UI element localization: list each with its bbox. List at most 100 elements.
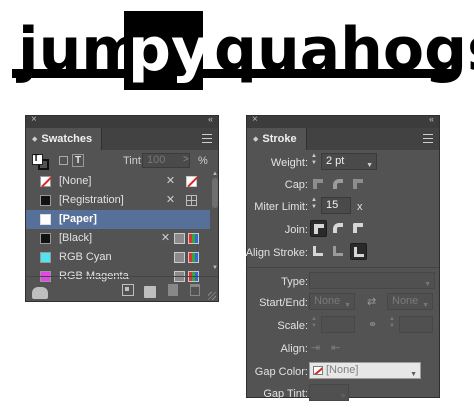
panel-menu-icon[interactable]: [202, 134, 212, 143]
gap-color-select[interactable]: [None] ▼: [309, 362, 421, 379]
jumpy-quahogs-logo: jum py quahogs: [0, 0, 474, 105]
expand-arrow-icon[interactable]: ◆: [253, 135, 258, 143]
swatch-paper[interactable]: [Paper]: [26, 210, 210, 229]
gap-tint-input[interactable]: >: [309, 384, 349, 401]
start-select[interactable]: None ▼: [309, 293, 355, 310]
tint-arrow-icon[interactable]: >: [341, 389, 345, 404]
new-swatch-icon[interactable]: [168, 284, 178, 296]
separator: [247, 267, 439, 268]
none-swatch-icon: [313, 366, 323, 375]
chevron-down-icon[interactable]: ▼: [344, 298, 351, 313]
bevel-join-button[interactable]: [350, 220, 367, 237]
align-label: Align:: [280, 343, 308, 355]
swatches-tab-row: ◆ Swatches: [26, 128, 218, 150]
swatch-views-icon[interactable]: [122, 284, 134, 296]
swatches-toolbar: T T Tint: 100 > %: [26, 150, 218, 172]
weight-input[interactable]: 2 pt ▼: [321, 153, 377, 170]
paper-swatch-chip: [40, 214, 51, 225]
start-end-label: Start/End:: [259, 297, 308, 309]
no-edit-icon: ✕: [160, 232, 171, 244]
registration-swatch-chip: [40, 195, 51, 206]
chevron-down-icon[interactable]: ▼: [424, 277, 431, 292]
delete-swatch-icon[interactable]: [190, 284, 200, 296]
swatch-registration[interactable]: [Registration] ✕: [26, 191, 210, 210]
tint-label: Tint:: [123, 155, 144, 167]
align-stroke-row: Align Stroke:: [246, 243, 439, 263]
swatch-rgb-cyan[interactable]: RGB Cyan: [26, 248, 210, 267]
close-icon[interactable]: ×: [252, 114, 258, 125]
end-scale-input[interactable]: [399, 316, 433, 333]
chevron-down-icon[interactable]: ▼: [410, 367, 417, 382]
scale-stepper-icon[interactable]: ▲ ▼: [387, 316, 397, 333]
logo-text-left: jum: [16, 15, 144, 85]
swatches-panel-topbar: × «: [26, 114, 218, 128]
no-edit-icon: ✕: [165, 194, 176, 206]
panel-menu-icon[interactable]: [423, 134, 433, 143]
none-swatch-chip: [40, 176, 51, 187]
swatch-name: [None]: [59, 175, 92, 187]
none-type-icon: [186, 176, 197, 187]
tab-stroke[interactable]: ◆ Stroke: [247, 128, 307, 150]
swatch-none[interactable]: [None] ✕: [26, 172, 210, 191]
scale-stepper-icon[interactable]: ▲ ▼: [309, 316, 319, 333]
resize-grip-icon[interactable]: [208, 292, 216, 300]
type-select[interactable]: ▼: [309, 272, 435, 289]
tint-arrow-icon[interactable]: >: [183, 154, 189, 165]
color-mode-icon: [188, 252, 199, 263]
miter-join-button[interactable]: [310, 220, 327, 237]
round-join-button[interactable]: [330, 220, 347, 237]
scroll-thumb[interactable]: [212, 178, 218, 208]
miter-limit-input[interactable]: 15: [321, 197, 351, 214]
square-cap-button[interactable]: [350, 176, 367, 193]
scroll-up-icon[interactable]: ▲: [211, 171, 219, 177]
collapse-icon[interactable]: «: [429, 114, 434, 124]
align-inside-button[interactable]: [330, 243, 347, 260]
weight-stepper-icon[interactable]: ▲ ▼: [309, 153, 319, 170]
fill-stroke-icon[interactable]: T: [32, 153, 50, 170]
swatch-name: [Black]: [59, 232, 93, 244]
cap-label: Cap:: [284, 179, 308, 191]
tab-stroke-label: Stroke: [262, 133, 297, 145]
end-select[interactable]: None ▼: [387, 293, 433, 310]
swap-arrows-icon[interactable]: ⇄: [367, 295, 376, 308]
swatch-scrollbar[interactable]: ▲ ▼: [211, 171, 219, 275]
chevron-down-icon[interactable]: ▼: [366, 158, 373, 173]
link-icon[interactable]: ⚭: [368, 318, 377, 331]
butt-cap-button[interactable]: [310, 176, 327, 193]
no-edit-icon: ✕: [165, 175, 176, 187]
scale-row: Scale: ▲ ▼ ⚭ ▲ ▼: [247, 316, 439, 336]
gap-tint-label: Gap Tint:: [263, 388, 308, 400]
percent-label: %: [198, 155, 208, 167]
expand-arrow-icon[interactable]: ◆: [32, 135, 37, 143]
miter-suffix: x: [357, 201, 363, 213]
logo-text-right: quahogs: [214, 15, 474, 85]
tab-swatches[interactable]: ◆ Swatches: [26, 128, 103, 150]
new-color-group-icon[interactable]: [144, 286, 156, 298]
align-inside-icon[interactable]: ⇤: [331, 341, 340, 354]
close-icon[interactable]: ×: [31, 114, 37, 125]
cc-library-icon[interactable]: [32, 287, 48, 299]
formatting-container-icon[interactable]: [59, 156, 68, 165]
formatting-text-icon[interactable]: T: [72, 154, 84, 167]
chevron-down-icon[interactable]: ▼: [422, 298, 429, 313]
swatches-panel: × « ◆ Swatches T T Tint: 100 > % [None] …: [25, 114, 219, 302]
scroll-down-icon[interactable]: ▼: [211, 265, 219, 271]
process-color-icon: [174, 252, 185, 263]
miter-stepper-icon[interactable]: ▲ ▼: [309, 197, 319, 214]
registration-type-icon: [186, 195, 197, 206]
collapse-icon[interactable]: «: [208, 114, 213, 124]
align-extend-icon[interactable]: ⇥: [311, 341, 320, 354]
type-label: Type:: [281, 276, 308, 288]
start-scale-input[interactable]: [321, 316, 355, 333]
swatches-bottom-bar: [26, 276, 218, 302]
join-row: Join:: [247, 220, 439, 240]
miter-row: Miter Limit: ▲ ▼ 15 x: [247, 197, 439, 217]
start-end-row: Start/End: None ▼ ⇄ None ▼: [247, 293, 439, 313]
color-mode-icon: [188, 233, 199, 244]
align-center-button[interactable]: [310, 243, 327, 260]
stroke-panel: × « ◆ Stroke Weight: ▲ ▼ 2 pt ▼ Cap: Mite…: [246, 114, 440, 401]
swatch-black[interactable]: [Black] ✕: [26, 229, 210, 248]
round-cap-button[interactable]: [330, 176, 347, 193]
process-color-icon: [174, 233, 185, 244]
align-outside-button[interactable]: [350, 243, 367, 260]
